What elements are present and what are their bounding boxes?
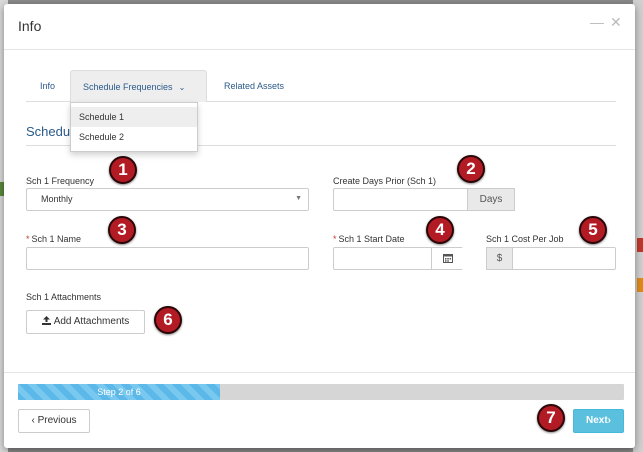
footer-divider xyxy=(4,372,635,373)
sch-name-input[interactable] xyxy=(26,247,309,270)
callout-badge-3: 3 xyxy=(108,216,136,244)
callout-badge-2: 2 xyxy=(457,155,485,183)
attachments-label: Sch 1 Attachments xyxy=(26,292,102,302)
progress-bar: Step 2 of 6 xyxy=(18,384,624,400)
previous-button[interactable]: ‹ Previous xyxy=(18,409,90,433)
background-marker xyxy=(637,238,643,252)
section-title: Schedu xyxy=(26,124,71,139)
required-mark: * xyxy=(26,234,30,244)
tab-related-assets[interactable]: Related Assets xyxy=(212,70,296,102)
cost-per-job-input[interactable]: $ xyxy=(486,247,616,270)
tab-schedule-frequencies[interactable]: Schedule Frequencies ⌄ xyxy=(70,70,207,102)
dollar-addon: $ xyxy=(486,247,513,270)
callout-badge-1: 1 xyxy=(109,156,137,184)
chevron-right-icon: › xyxy=(607,415,612,426)
days-prior-label: Create Days Prior (Sch 1) xyxy=(333,176,437,186)
chevron-left-icon: ‹ xyxy=(31,415,35,426)
progress-fill: Step 2 of 6 xyxy=(18,384,220,400)
frequency-select[interactable]: Monthly ▼ xyxy=(26,188,309,211)
modal-header: Info — ✕ xyxy=(4,4,635,50)
start-date-input[interactable] xyxy=(333,247,463,270)
minimize-icon[interactable]: — xyxy=(590,14,604,30)
dropdown-item-schedule-1[interactable]: Schedule 1 xyxy=(71,107,197,127)
frequency-label: Sch 1 Frequency xyxy=(26,176,95,186)
modal-title: Info xyxy=(18,18,42,34)
required-mark: * xyxy=(333,234,337,244)
background-marker xyxy=(637,278,643,292)
chevron-down-icon: ⌄ xyxy=(178,83,186,92)
days-prior-input[interactable]: Days xyxy=(333,188,515,211)
tab-info[interactable]: Info xyxy=(28,70,67,102)
close-icon[interactable]: ✕ xyxy=(610,14,622,31)
cost-per-job-label: Sch 1 Cost Per Job xyxy=(486,234,564,244)
callout-badge-7: 7 xyxy=(537,404,565,432)
calendar-icon xyxy=(442,254,453,263)
caret-down-icon: ▼ xyxy=(295,195,302,202)
callout-badge-5: 5 xyxy=(579,216,607,244)
frequency-value: Monthly xyxy=(41,194,73,204)
days-addon: Days xyxy=(467,188,515,211)
schedule-dropdown-menu: Schedule 1 Schedule 2 xyxy=(70,102,198,152)
callout-badge-4: 4 xyxy=(426,216,454,244)
start-date-label: * Sch 1 Start Date xyxy=(333,234,405,244)
add-attachments-button[interactable]: Add Attachments xyxy=(26,310,145,334)
next-button[interactable]: Next› xyxy=(573,409,624,433)
tab-bar: Info Schedule Frequencies ⌄ Related Asset… xyxy=(26,70,616,102)
info-modal: Info — ✕ Info Schedule Frequencies ⌄ Rela… xyxy=(4,4,635,448)
callout-badge-6: 6 xyxy=(154,306,182,334)
dropdown-item-schedule-2[interactable]: Schedule 2 xyxy=(71,127,197,147)
calendar-button[interactable] xyxy=(431,248,463,269)
sch-name-label: * Sch 1 Name xyxy=(26,234,82,244)
progress-label: Step 2 of 6 xyxy=(97,387,141,397)
upload-icon xyxy=(41,316,51,325)
